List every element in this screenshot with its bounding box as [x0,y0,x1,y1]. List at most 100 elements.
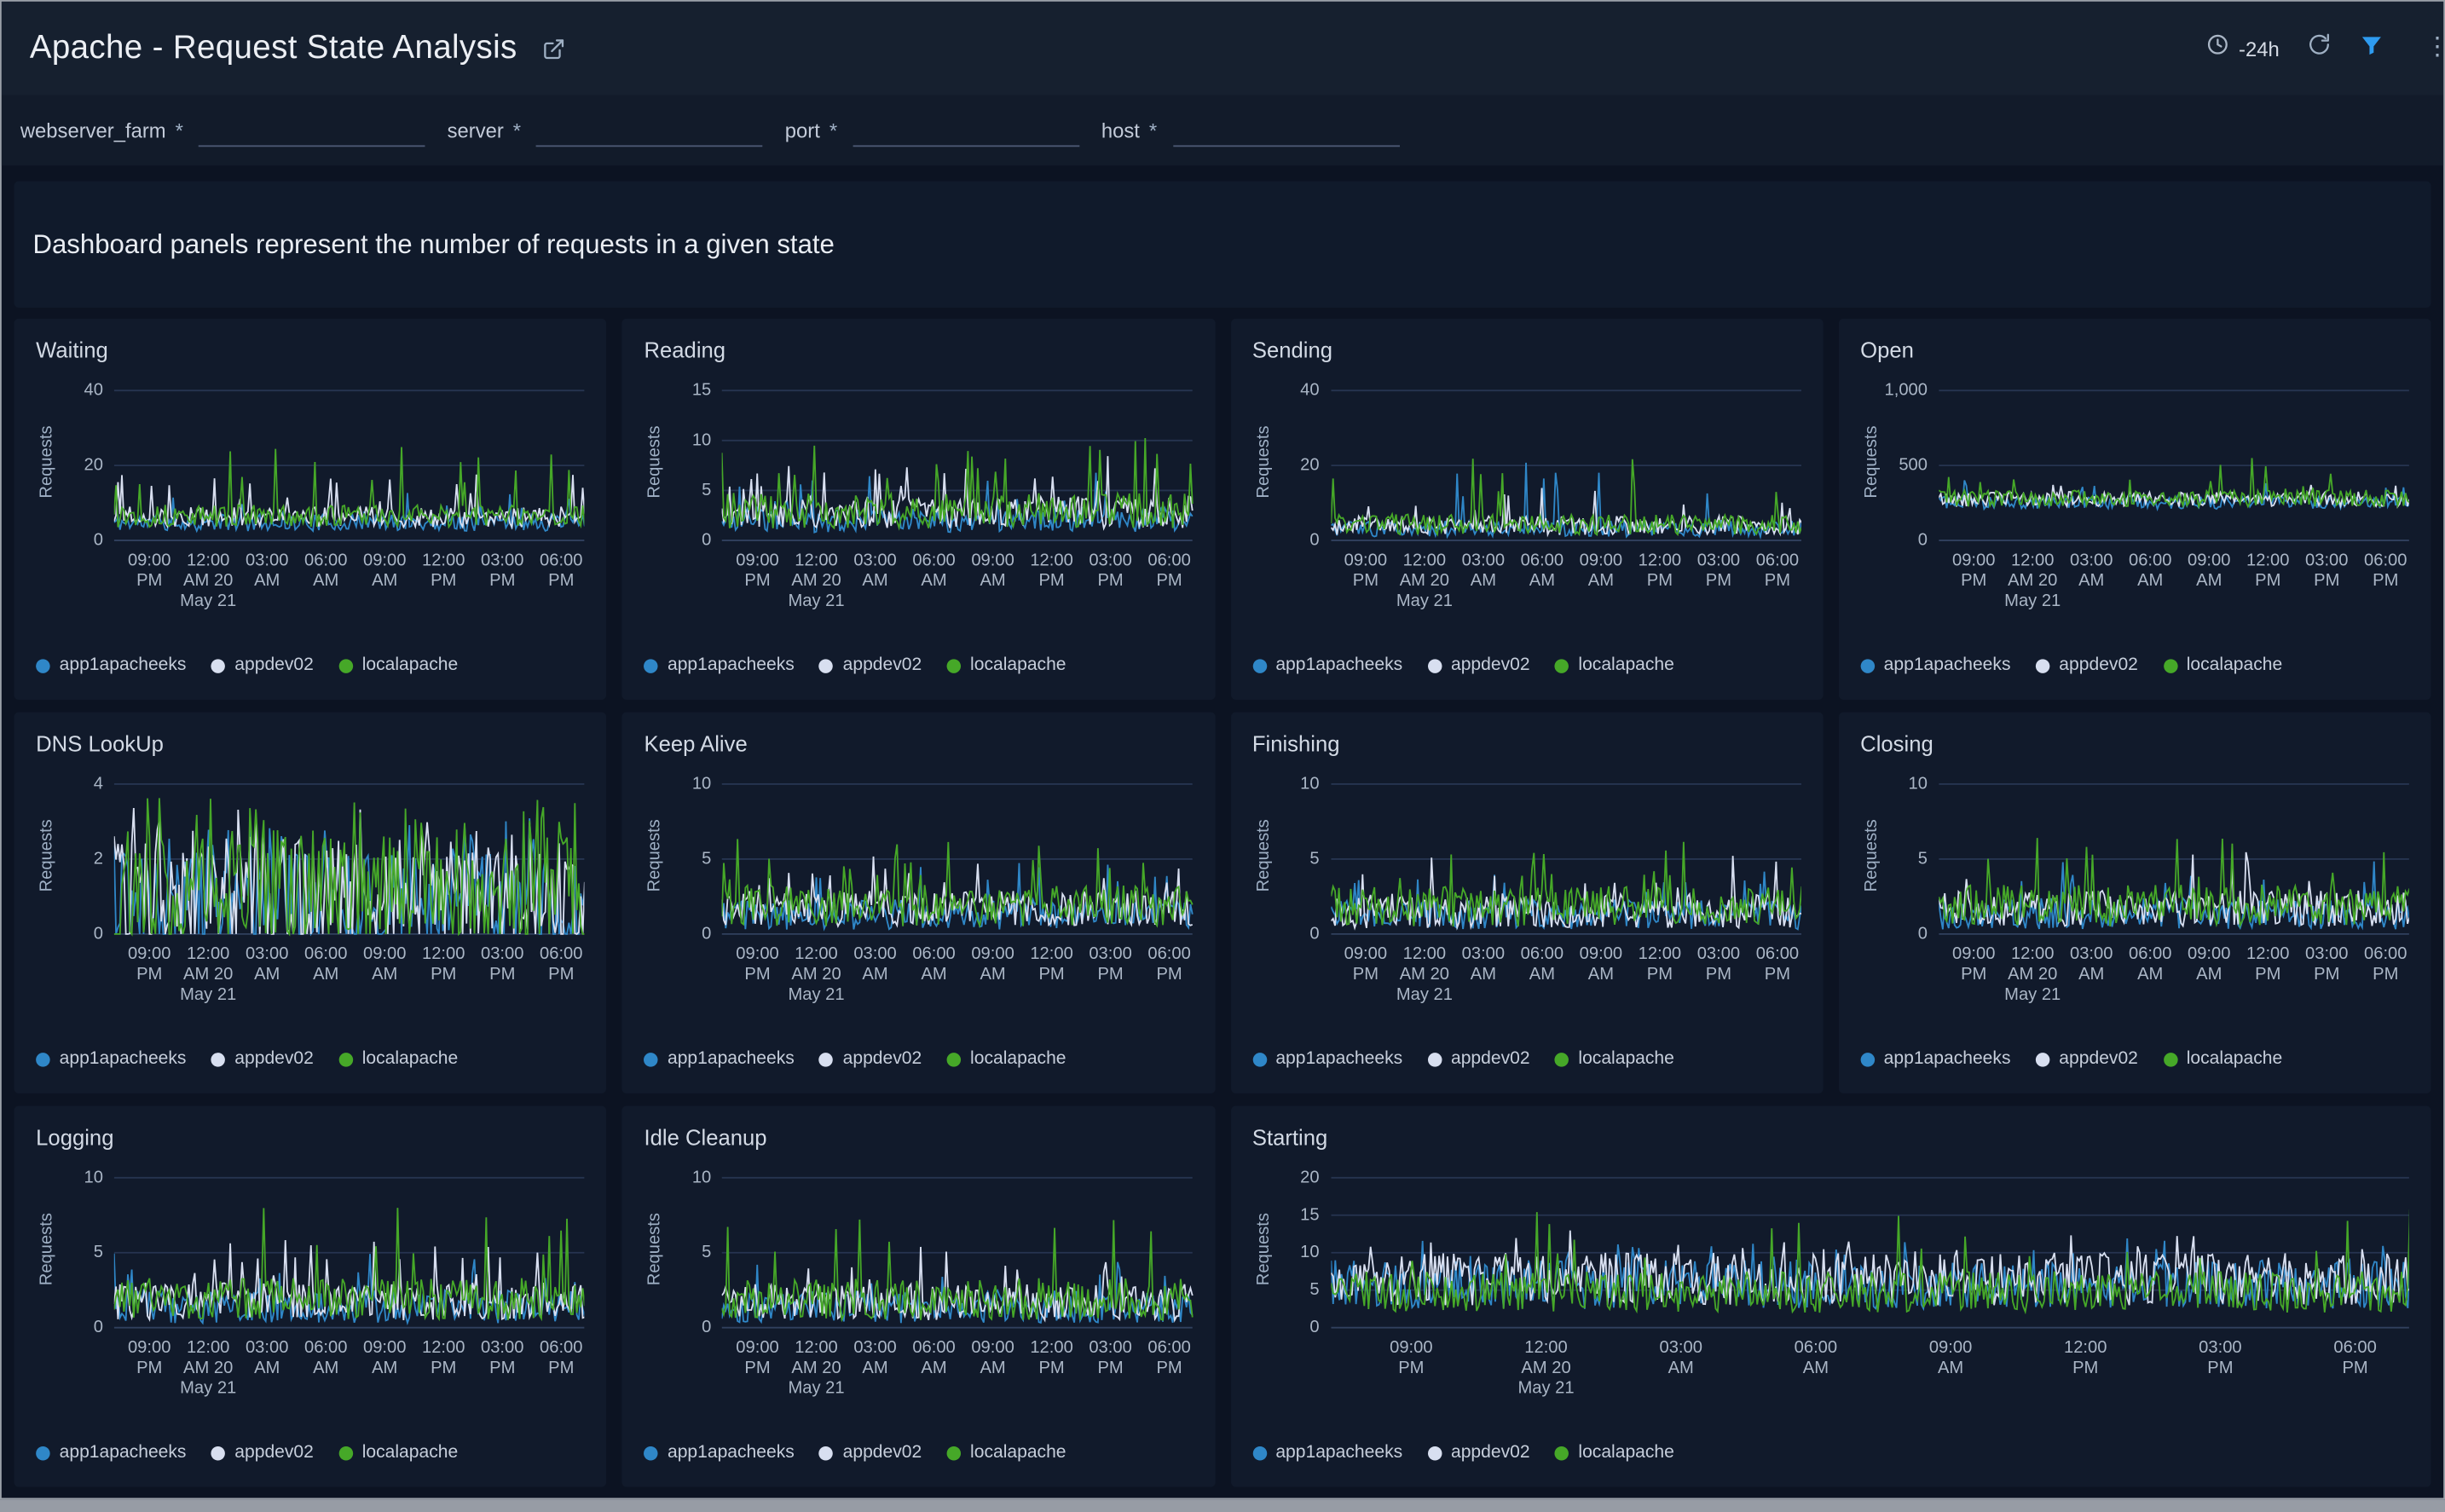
y-tick-label: 10 [84,1169,103,1187]
legend-item-localapache[interactable]: localapache [1555,656,1674,675]
y-axis-ticks: 0510 [666,775,722,938]
panel-title: Waiting [36,338,585,362]
legend-dot [2036,658,2049,672]
y-tick-label: 0 [1309,531,1319,550]
y-tick-label: 15 [692,381,711,400]
chart-panel-finishing: Finishing Requests 0510 09:00 PM12:00 AM… [1230,713,1823,1094]
x-tick-label: 06:00 AM [1795,1339,1837,1380]
filter-input[interactable] [199,114,425,147]
x-axis-ticks: 09:00 PM12:00 AM 20 May 2103:00 AM06:00 … [1330,942,1801,1011]
chart-area: Requests 05001,000 09:00 PM12:00 AM 20 M… [1860,381,2409,617]
legend-item-app1apacheeks[interactable]: app1apacheeks [644,1443,794,1462]
line-chart[interactable] [1939,381,2409,544]
legend-item-localapache[interactable]: localapache [947,656,1066,675]
x-axis-ticks: 09:00 PM12:00 AM 20 May 2103:00 AM06:00 … [722,942,1193,1011]
line-chart[interactable] [114,381,585,544]
x-tick-label: 12:00 PM [1639,945,1681,986]
legend-label: app1apacheeks [1275,1050,1402,1069]
legend-item-app1apacheeks[interactable]: app1apacheeks [36,656,186,675]
legend-dot [2163,658,2176,672]
x-tick-label: 03:00 PM [2305,551,2348,592]
filter-input[interactable] [536,114,763,147]
legend-item-appdev02[interactable]: appdev02 [1427,1443,1529,1462]
chart-panel-waiting: Waiting Requests 02040 09:00 PM12:00 AM … [14,319,606,700]
filter-input[interactable] [853,114,1079,147]
legend-item-app1apacheeks[interactable]: app1apacheeks [36,1443,186,1462]
legend-item-localapache[interactable]: localapache [338,1050,458,1069]
refresh-icon[interactable] [2308,32,2331,64]
requests-axis-label: Requests [1860,775,1882,938]
legend-item-app1apacheeks[interactable]: app1apacheeks [1252,1443,1402,1462]
legend-item-localapache[interactable]: localapache [947,1443,1066,1462]
y-tick-label: 0 [94,531,103,550]
legend-item-appdev02[interactable]: appdev02 [2036,656,2138,675]
line-chart[interactable] [1330,1169,2408,1331]
legend: app1apacheeks appdev02 localapache [644,649,1193,681]
y-tick-label: 10 [692,1169,711,1187]
legend-label: app1apacheeks [1884,1050,2011,1069]
line-chart[interactable] [1330,381,1801,544]
legend-item-app1apacheeks[interactable]: app1apacheeks [36,1050,186,1069]
line-chart[interactable] [1939,775,2409,938]
legend-dot [644,658,657,672]
legend-item-appdev02[interactable]: appdev02 [211,656,314,675]
legend-item-localapache[interactable]: localapache [1555,1050,1674,1069]
filter-icon[interactable] [2359,32,2384,65]
legend-item-app1apacheeks[interactable]: app1apacheeks [1860,656,2010,675]
legend-item-appdev02[interactable]: appdev02 [2036,1050,2138,1069]
requests-axis-label: Requests [644,381,666,544]
x-tick-label: 12:00 AM 20 May 21 [1396,551,1453,612]
x-tick-label: 03:00 AM [246,551,288,592]
x-tick-label: 03:00 AM [246,945,288,986]
x-tick-label: 06:00 AM [912,551,955,592]
x-tick-label: 12:00 AM 20 May 21 [180,945,236,1006]
y-tick-label: 0 [1309,1319,1319,1337]
legend-item-app1apacheeks[interactable]: app1apacheeks [644,656,794,675]
x-tick-label: 06:00 PM [1756,551,1799,592]
legend-item-appdev02[interactable]: appdev02 [211,1050,314,1069]
line-chart[interactable] [114,1169,585,1331]
filter-input[interactable] [1172,114,1399,147]
panel-title: Logging [36,1124,585,1149]
y-axis-ticks: 0510 [58,1169,114,1331]
legend-item-localapache[interactable]: localapache [338,656,458,675]
legend-dot [1252,1446,1266,1459]
legend-item-localapache[interactable]: localapache [947,1050,1066,1069]
filter-server: server * [448,114,764,147]
legend-item-app1apacheeks[interactable]: app1apacheeks [1252,1050,1402,1069]
legend-item-appdev02[interactable]: appdev02 [1427,656,1529,675]
legend-label: appdev02 [234,1050,314,1069]
legend-item-appdev02[interactable]: appdev02 [819,1050,922,1069]
legend-item-localapache[interactable]: localapache [2163,656,2282,675]
legend-item-appdev02[interactable]: appdev02 [819,656,922,675]
line-chart[interactable] [722,1169,1193,1331]
legend-item-appdev02[interactable]: appdev02 [1427,1050,1529,1069]
legend-item-appdev02[interactable]: appdev02 [211,1443,314,1462]
legend-item-app1apacheeks[interactable]: app1apacheeks [1860,1050,2010,1069]
y-tick-label: 15 [1300,1206,1319,1225]
legend-dot [36,1446,49,1459]
line-chart[interactable] [722,775,1193,938]
x-axis-ticks: 09:00 PM12:00 AM 20 May 2103:00 AM06:00 … [114,942,585,1011]
line-chart[interactable] [722,381,1193,544]
legend-dot [338,1446,352,1459]
share-icon[interactable] [542,37,565,60]
legend-label: appdev02 [843,1443,922,1462]
kebab-menu-icon[interactable]: ⋮ [2425,36,2445,61]
legend-item-localapache[interactable]: localapache [338,1443,458,1462]
legend-dot [1252,658,1266,672]
time-range-label: -24h [2239,37,2280,60]
legend-item-appdev02[interactable]: appdev02 [819,1443,922,1462]
x-tick-label: 06:00 AM [912,1339,955,1380]
line-chart[interactable] [114,775,585,938]
x-tick-label: 12:00 AM 20 May 21 [2004,945,2061,1006]
x-tick-label: 06:00 AM [2129,551,2171,592]
x-tick-label: 12:00 PM [2064,1339,2107,1380]
legend-item-localapache[interactable]: localapache [1555,1443,1674,1462]
line-chart[interactable] [1330,775,1801,938]
legend-item-localapache[interactable]: localapache [2163,1050,2282,1069]
legend-item-app1apacheeks[interactable]: app1apacheeks [644,1050,794,1069]
legend-item-app1apacheeks[interactable]: app1apacheeks [1252,656,1402,675]
filter-port: port * [785,114,1079,147]
time-range-control[interactable]: -24h [2206,32,2280,64]
